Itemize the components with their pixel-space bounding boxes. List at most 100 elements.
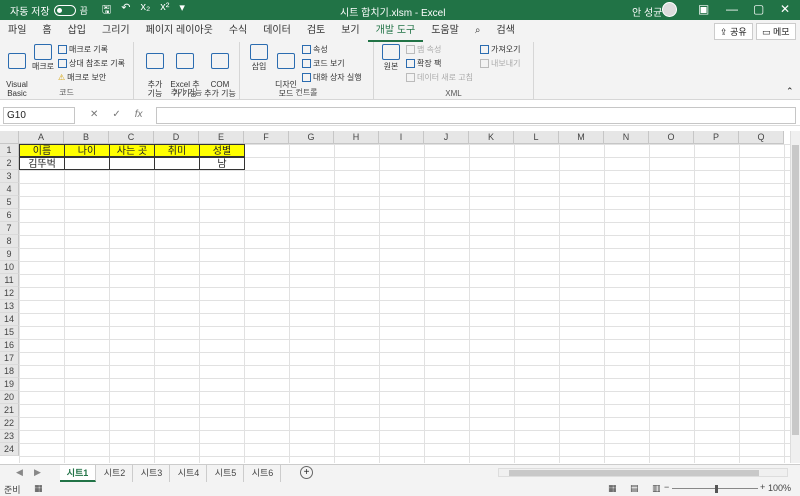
- zoom-out-icon[interactable]: −: [664, 482, 669, 492]
- relative-reference-button[interactable]: 상대 참조로 기록: [58, 58, 125, 69]
- row-header-19[interactable]: 19: [0, 378, 19, 391]
- row-header-17[interactable]: 17: [0, 352, 19, 365]
- column-header-n[interactable]: N: [604, 131, 649, 144]
- column-header-g[interactable]: G: [289, 131, 334, 144]
- column-header-c[interactable]: C: [109, 131, 154, 144]
- tab-insert[interactable]: 삽입: [60, 20, 94, 42]
- user-name[interactable]: 안 성균: [632, 4, 662, 19]
- cell-header-a1[interactable]: 이름: [19, 144, 65, 157]
- close-button[interactable]: ✕: [780, 2, 790, 16]
- row-header-4[interactable]: 4: [0, 183, 19, 196]
- formula-input[interactable]: [156, 107, 796, 124]
- column-header-j[interactable]: J: [424, 131, 469, 144]
- row-header-10[interactable]: 10: [0, 261, 19, 274]
- subscript-icon[interactable]: x₂: [140, 1, 150, 20]
- row-header-14[interactable]: 14: [0, 313, 19, 326]
- column-header-m[interactable]: M: [559, 131, 604, 144]
- column-header-b[interactable]: B: [64, 131, 109, 144]
- row-header-18[interactable]: 18: [0, 365, 19, 378]
- tab-home[interactable]: 홈: [34, 20, 59, 42]
- sheet-tab-6[interactable]: 시트6: [245, 465, 281, 482]
- column-header-e[interactable]: E: [199, 131, 244, 144]
- tab-data[interactable]: 데이터: [255, 20, 299, 42]
- column-header-k[interactable]: K: [469, 131, 514, 144]
- cell-c2[interactable]: [109, 157, 155, 170]
- tab-draw[interactable]: 그리기: [94, 20, 138, 42]
- save-icon[interactable]: 🖫: [102, 1, 111, 20]
- cell-header-d1[interactable]: 취미: [154, 144, 200, 157]
- zoom-slider-knob[interactable]: [715, 485, 718, 493]
- row-header-23[interactable]: 23: [0, 430, 19, 443]
- row-header-2[interactable]: 2: [0, 157, 19, 170]
- ribbon-options-icon[interactable]: ▣: [698, 2, 709, 16]
- column-header-p[interactable]: P: [694, 131, 739, 144]
- vertical-scrollbar[interactable]: [790, 131, 800, 463]
- minimize-button[interactable]: —: [726, 2, 738, 16]
- tab-view[interactable]: 보기: [333, 20, 367, 42]
- insert-function-icon[interactable]: fx: [135, 109, 143, 120]
- customize-qat-icon[interactable]: ▾: [179, 1, 185, 20]
- sheet-tab-2[interactable]: 시트2: [97, 465, 133, 482]
- prev-sheet-icon[interactable]: ◀: [16, 467, 23, 478]
- zoom-level[interactable]: 100%: [768, 483, 791, 493]
- normal-view-icon[interactable]: ▦: [608, 483, 617, 494]
- column-header-o[interactable]: O: [649, 131, 694, 144]
- page-break-view-icon[interactable]: ▥: [652, 483, 661, 494]
- row-header-13[interactable]: 13: [0, 300, 19, 313]
- row-header-12[interactable]: 12: [0, 287, 19, 300]
- tab-review[interactable]: 검토: [299, 20, 333, 42]
- cell-e2[interactable]: 남: [199, 157, 245, 170]
- sheet-tab-1[interactable]: 시트1: [60, 465, 96, 482]
- expansion-packs-button[interactable]: 확장 팩: [406, 58, 441, 69]
- column-header-d[interactable]: D: [154, 131, 199, 144]
- comments-button[interactable]: ▭ 메모: [756, 23, 796, 40]
- row-header-22[interactable]: 22: [0, 417, 19, 430]
- column-header-q[interactable]: Q: [739, 131, 784, 144]
- page-layout-view-icon[interactable]: ▤: [630, 483, 639, 494]
- row-header-20[interactable]: 20: [0, 391, 19, 404]
- row-header-24[interactable]: 24: [0, 443, 19, 456]
- restore-button[interactable]: ▢: [753, 2, 764, 16]
- enter-icon[interactable]: ✓: [112, 109, 120, 120]
- column-header-f[interactable]: F: [244, 131, 289, 144]
- search-icon[interactable]: ⌕: [467, 20, 489, 42]
- sheet-tab-4[interactable]: 시트4: [171, 465, 207, 482]
- import-button[interactable]: 가져오기: [480, 44, 520, 55]
- cancel-icon[interactable]: ✕: [90, 109, 98, 120]
- row-header-3[interactable]: 3: [0, 170, 19, 183]
- row-header-7[interactable]: 7: [0, 222, 19, 235]
- horizontal-scrollbar[interactable]: [498, 468, 788, 477]
- vertical-scroll-thumb[interactable]: [792, 145, 799, 435]
- tab-help[interactable]: 도움말: [423, 20, 467, 42]
- row-header-6[interactable]: 6: [0, 209, 19, 222]
- sheet-tab-3[interactable]: 시트3: [134, 465, 170, 482]
- tab-search[interactable]: 검색: [488, 20, 522, 42]
- avatar[interactable]: [662, 2, 677, 17]
- accessibility-icon[interactable]: ▦: [34, 483, 43, 494]
- next-sheet-icon[interactable]: ▶: [34, 467, 41, 478]
- tab-developer[interactable]: 개발 도구: [367, 20, 424, 42]
- autosave[interactable]: 자동 저장 끔: [10, 3, 88, 18]
- macros-button[interactable]: 매크로: [30, 44, 56, 71]
- refresh-data-button[interactable]: 데이터 새로 고침: [406, 72, 473, 83]
- row-header-8[interactable]: 8: [0, 235, 19, 248]
- row-header-21[interactable]: 21: [0, 404, 19, 417]
- export-button[interactable]: 내보내기: [480, 58, 520, 69]
- run-dialog-button[interactable]: 대화 상자 실행: [302, 72, 362, 83]
- row-header-1[interactable]: 1: [0, 144, 19, 157]
- record-macro-button[interactable]: 매크로 기록: [58, 44, 108, 55]
- view-code-button[interactable]: 코드 보기: [302, 58, 345, 69]
- row-header-16[interactable]: 16: [0, 339, 19, 352]
- cell-header-e1[interactable]: 성별: [199, 144, 245, 157]
- cell-header-b1[interactable]: 나이: [64, 144, 110, 157]
- insert-control-button[interactable]: 삽입: [248, 44, 270, 71]
- tab-file[interactable]: 파일: [0, 20, 34, 42]
- column-header-a[interactable]: A: [19, 131, 64, 144]
- row-header-5[interactable]: 5: [0, 196, 19, 209]
- superscript-icon[interactable]: x²: [160, 1, 169, 20]
- zoom-in-icon[interactable]: +: [760, 482, 765, 492]
- horizontal-scroll-thumb[interactable]: [509, 470, 759, 476]
- add-sheet-button[interactable]: +: [300, 466, 313, 479]
- sheet-tab-5[interactable]: 시트5: [208, 465, 244, 482]
- xml-source-button[interactable]: 원본: [380, 44, 402, 71]
